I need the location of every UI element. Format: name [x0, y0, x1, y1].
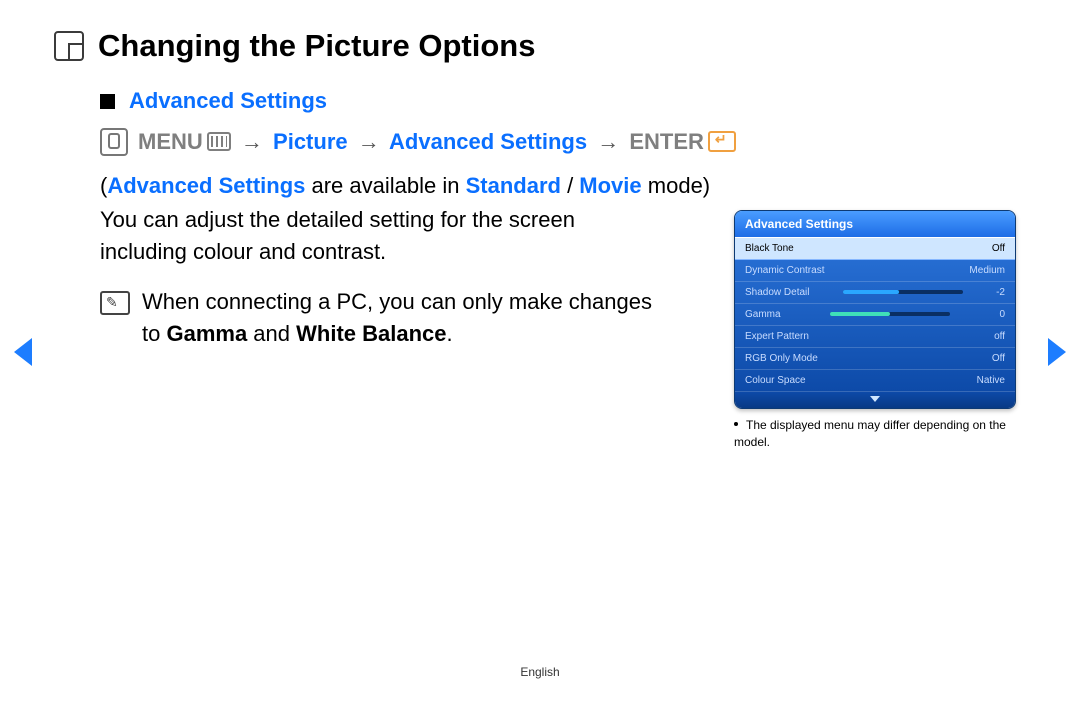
- osd-row-value: Native: [977, 375, 1005, 386]
- osd-row-value: Off: [992, 243, 1005, 254]
- osd-slider: [830, 312, 950, 316]
- osd-row: Black Tone Off: [735, 237, 1015, 260]
- note-text: When connecting a PC, you can only make …: [142, 286, 656, 350]
- section-title: Advanced Settings: [129, 88, 327, 114]
- osd-row-label: Black Tone: [745, 243, 794, 254]
- osd-row: Colour Space Native: [735, 370, 1015, 392]
- osd-title: Advanced Settings: [735, 211, 1015, 237]
- osd-row: RGB Only Mode Off: [735, 348, 1015, 370]
- osd-row-label: Shadow Detail: [745, 287, 809, 298]
- enter-label: ENTER: [629, 129, 704, 154]
- osd-row-value: Off: [992, 353, 1005, 364]
- breadcrumb-step-picture: Picture: [273, 129, 348, 154]
- menu-label: MENU: [138, 129, 203, 154]
- osd-row: Expert Pattern off: [735, 326, 1015, 348]
- osd-row-value: -2: [996, 287, 1005, 298]
- body-paragraph: You can adjust the detailed setting for …: [100, 204, 656, 268]
- osd-caption: The displayed menu may differ depending …: [734, 417, 1014, 451]
- osd-row-value: off: [994, 331, 1005, 342]
- osd-scroll-down: [735, 392, 1015, 408]
- osd-row-label: RGB Only Mode: [745, 353, 818, 364]
- remote-icon: [100, 128, 128, 156]
- page-next-arrow[interactable]: [1048, 338, 1066, 366]
- osd-panel: Advanced Settings Black Tone Off Dynamic C…: [734, 210, 1016, 409]
- footer-language: English: [0, 665, 1080, 679]
- osd-row-label: Colour Space: [745, 375, 806, 386]
- osd-row-label: Dynamic Contrast: [745, 265, 824, 276]
- osd-row: Shadow Detail -2: [735, 282, 1015, 304]
- breadcrumb-step-advanced: Advanced Settings: [389, 129, 587, 154]
- osd-row: Gamma 0: [735, 304, 1015, 326]
- menu-icon: [207, 132, 231, 151]
- osd-row-value: 0: [999, 309, 1005, 320]
- square-bullet-icon: [100, 94, 115, 109]
- bullet-icon: [734, 422, 738, 426]
- breadcrumb: MENU → Picture → Advanced Settings → ENT…: [138, 129, 736, 155]
- osd-slider: [843, 290, 963, 294]
- availability-text: (Advanced Settings are available in Stan…: [100, 170, 800, 202]
- osd-row-value: Medium: [969, 265, 1005, 276]
- page-title: Changing the Picture Options: [98, 28, 535, 64]
- book-icon: [54, 31, 84, 61]
- osd-row-label: Expert Pattern: [745, 331, 809, 342]
- enter-icon: [708, 131, 736, 152]
- osd-row-label: Gamma: [745, 309, 781, 320]
- chevron-down-icon: [870, 396, 880, 402]
- page-prev-arrow[interactable]: [14, 338, 32, 366]
- note-icon: [100, 291, 130, 315]
- osd-row: Dynamic Contrast Medium: [735, 260, 1015, 282]
